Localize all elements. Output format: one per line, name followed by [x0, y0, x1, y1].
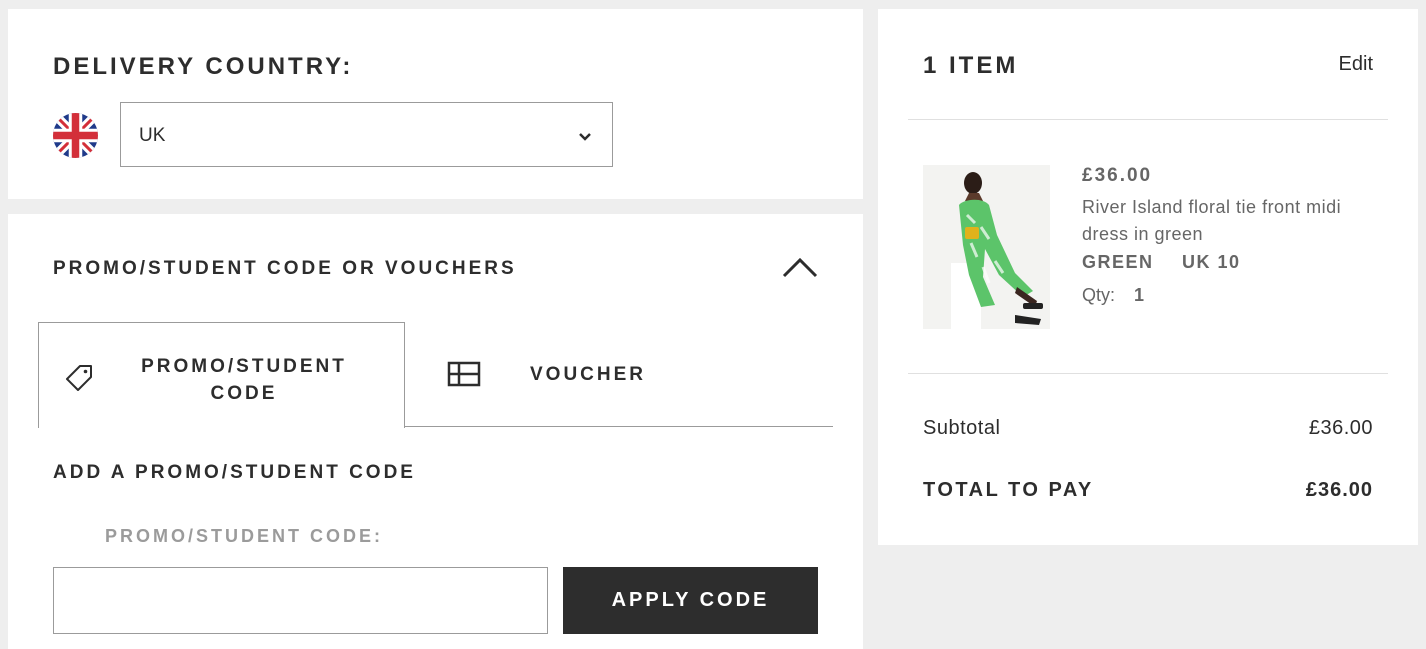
promo-panel: PROMO/STUDENT CODE OR VOUCHERS PROMO/STU… [8, 214, 863, 649]
tag-icon [64, 363, 94, 393]
tab-voucher[interactable]: VOUCHER [413, 322, 833, 426]
product-price: £36.00 [1082, 165, 1153, 186]
product-name[interactable]: River Island floral tie front midi dress… [1082, 194, 1382, 248]
edit-bag-link[interactable]: Edit [1339, 53, 1373, 76]
tab-divider [405, 426, 833, 427]
subtotal-label: Subtotal [923, 417, 1001, 439]
product-colour: GREEN [1082, 252, 1154, 272]
product-qty: 1 [1134, 285, 1145, 305]
country-select-value: UK [139, 125, 166, 146]
chevron-up-icon[interactable] [782, 256, 818, 280]
country-select[interactable]: UK [120, 102, 613, 167]
promo-code-field-label: PROMO/STUDENT CODE: [105, 526, 384, 546]
promo-section-title: PROMO/STUDENT CODE OR VOUCHERS [53, 258, 517, 279]
chevron-down-icon [578, 129, 592, 141]
product-qty-label: Qty: [1082, 285, 1116, 305]
order-summary-panel: 1 ITEM Edit £36.00 River Island floral t… [878, 9, 1418, 545]
promo-code-input[interactable] [53, 567, 548, 634]
voucher-card-icon [447, 360, 481, 388]
tab-voucher-label: VOUCHER [530, 364, 647, 385]
add-code-title: ADD A PROMO/STUDENT CODE [53, 462, 416, 483]
product-size: UK 10 [1182, 252, 1241, 272]
uk-flag-icon [53, 113, 98, 158]
delivery-country-title: DELIVERY COUNTRY: [53, 53, 354, 80]
divider [908, 119, 1388, 120]
total-value: £36.00 [1305, 479, 1373, 501]
items-count-title: 1 ITEM [923, 52, 1019, 79]
tab-promo-label: PROMO/STUDENT CODE [141, 356, 347, 404]
product-image[interactable] [923, 165, 1050, 329]
divider [908, 373, 1388, 374]
apply-code-button[interactable]: APPLY CODE [563, 567, 818, 634]
total-label: TOTAL TO PAY [923, 479, 1094, 501]
tab-promo-student-code[interactable]: PROMO/STUDENT CODE [38, 322, 405, 428]
subtotal-value: £36.00 [1308, 417, 1373, 439]
delivery-country-panel: DELIVERY COUNTRY: UK [8, 9, 863, 199]
